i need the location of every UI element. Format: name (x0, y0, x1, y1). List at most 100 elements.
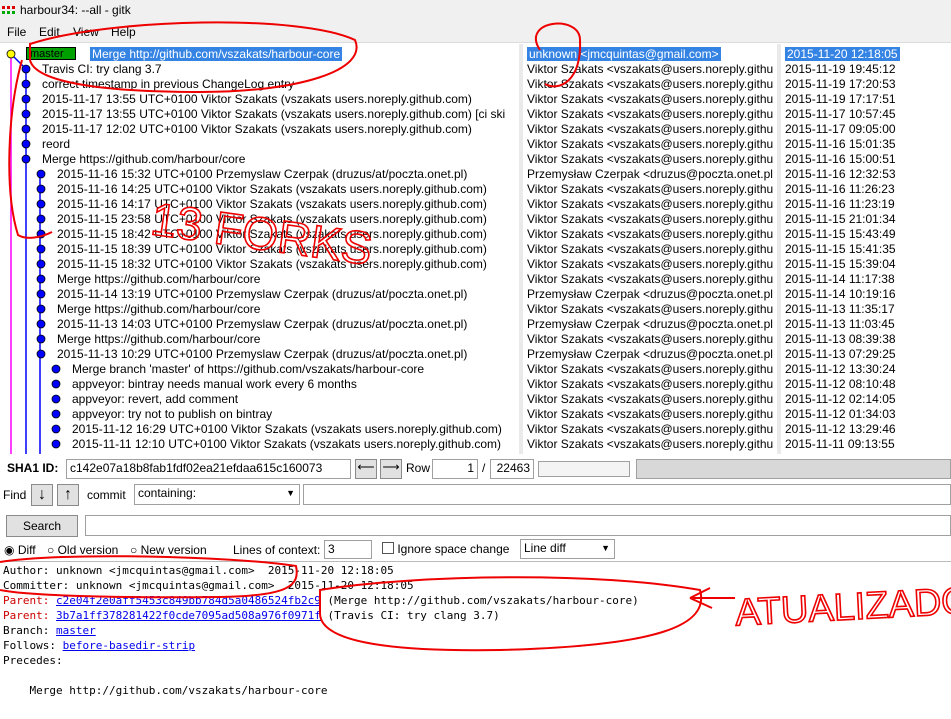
find-next-button[interactable]: ↓ (31, 484, 53, 506)
commit-date[interactable]: 2015-11-19 17:20:53 (785, 77, 896, 92)
commit-author[interactable]: Viktor Szakats <vszakats@users.noreply.g… (527, 422, 773, 437)
commit-subject[interactable]: 2015-11-12 16:29 UTC+0100 Viktor Szakats… (72, 422, 502, 437)
commit-date[interactable]: 2015-11-13 07:29:25 (785, 347, 896, 362)
commit-date[interactable]: 2015-11-15 15:39:04 (785, 257, 896, 272)
radio-old-version[interactable]: ○ Old version (47, 543, 118, 557)
commit-subject[interactable]: 2015-11-17 13:55 UTC+0100 Viktor Szakats… (42, 107, 505, 122)
pane-sash[interactable] (519, 44, 523, 454)
commit-subject[interactable]: 2015-11-13 10:29 UTC+0100 Przemyslaw Cze… (57, 347, 467, 362)
commit-author[interactable]: Viktor Szakats <vszakats@users.noreply.g… (527, 122, 773, 137)
commit-subject[interactable]: reord (42, 137, 70, 152)
commit-graph-pane[interactable]: master Merge http://github.com/vszakats/… (0, 44, 519, 454)
commit-subject[interactable]: 2015-11-15 18:32 UTC+0100 Viktor Szakats… (57, 257, 487, 272)
sha1-input[interactable]: c142e07a18b8fab1fdf02ea21efdaa615c160073 (66, 459, 351, 479)
commit-author[interactable]: Viktor Szakats <vszakats@users.noreply.g… (527, 437, 773, 452)
ignore-space-checkbox[interactable]: Ignore space change (382, 542, 509, 556)
commit-date[interactable]: 2015-11-19 19:45:12 (785, 62, 896, 77)
commit-author[interactable]: Viktor Szakats <vszakats@users.noreply.g… (527, 107, 773, 122)
commit-date[interactable]: 2015-11-16 15:01:35 (785, 137, 896, 152)
pane-sash[interactable] (777, 44, 781, 454)
commit-subject[interactable]: appveyor: bintray needs manual work ever… (72, 377, 357, 392)
menu-edit[interactable]: Edit (39, 25, 60, 39)
branch-link[interactable]: master (56, 624, 96, 637)
find-input[interactable] (303, 484, 951, 505)
commit-date[interactable]: 2015-11-17 09:05:00 (785, 122, 896, 137)
menu-view[interactable]: View (73, 25, 99, 39)
commit-subject[interactable]: Merge https://github.com/harbour/core (57, 272, 260, 287)
commit-author[interactable]: Przemysław Czerpak <druzus@poczta.onet.p… (527, 287, 773, 302)
commit-subject[interactable]: 2015-11-16 14:17 UTC+0100 Viktor Szakats… (57, 197, 487, 212)
commit-subject[interactable]: Merge branch 'master' of https://github.… (72, 362, 424, 377)
context-spinbox[interactable]: 3 (324, 540, 372, 559)
commit-subject[interactable]: correct timestamp in previous ChangeLog … (42, 77, 294, 92)
commit-date[interactable]: 2015-11-13 08:39:38 (785, 332, 896, 347)
commit-date[interactable]: 2015-11-15 15:43:49 (785, 227, 896, 242)
commit-author[interactable]: Viktor Szakats <vszakats@users.noreply.g… (527, 392, 773, 407)
commit-subject[interactable]: 2015-11-17 12:02 UTC+0100 Viktor Szakats… (42, 122, 472, 137)
commit-subject[interactable]: Merge https://github.com/harbour/core (57, 302, 260, 317)
commit-subject[interactable]: Merge http://github.com/vszakats/harbour… (90, 47, 343, 62)
radio-new-version[interactable]: ○ New version (130, 543, 207, 557)
parent-1-link[interactable]: c2e04f2e0aff5453c849bb784d5a0486524fb2c9 (56, 594, 321, 607)
commit-subject[interactable]: Merge https://github.com/harbour/core (42, 152, 245, 167)
radio-diff[interactable]: ◉ Diff (4, 543, 36, 557)
commit-author[interactable]: Viktor Szakats <vszakats@users.noreply.g… (527, 137, 773, 152)
head-branch-tag[interactable]: master (26, 47, 76, 60)
commit-author[interactable]: Viktor Szakats <vszakats@users.noreply.g… (527, 362, 773, 377)
author-pane[interactable]: unknown <jmcquintas@gmail.com> Viktor Sza… (524, 44, 777, 454)
commit-author[interactable]: Przemysław Czerpak <druzus@poczta.onet.p… (527, 167, 773, 182)
commit-date[interactable]: 2015-11-14 10:19:16 (785, 287, 896, 302)
commit-date[interactable]: 2015-11-16 11:26:23 (785, 182, 895, 197)
commit-subject[interactable]: 2015-11-11 12:10 UTC+0100 Viktor Szakats… (72, 437, 501, 452)
commit-subject[interactable]: 2015-11-15 18:42 UTC+0100 Viktor Szakats… (57, 227, 487, 242)
commit-subject[interactable]: 2015-11-16 14:25 UTC+0100 Viktor Szakats… (57, 182, 487, 197)
commit-author[interactable]: Viktor Szakats <vszakats@users.noreply.g… (527, 377, 773, 392)
follows-link[interactable]: before-basedir-strip (63, 639, 195, 652)
commit-author[interactable]: Viktor Szakats <vszakats@users.noreply.g… (527, 152, 773, 167)
commit-author[interactable]: Viktor Szakats <vszakats@users.noreply.g… (527, 62, 773, 77)
menu-help[interactable]: Help (111, 25, 136, 39)
commit-author[interactable]: Przemysław Czerpak <druzus@poczta.onet.p… (527, 347, 773, 362)
commit-subject[interactable]: appveyor: revert, add comment (72, 392, 238, 407)
commit-date[interactable]: 2015-11-12 13:29:46 (785, 422, 896, 437)
date-pane[interactable]: 2015-11-20 12:18:05 2015-11-19 19:45:12 20… (782, 44, 951, 454)
commit-author[interactable]: Viktor Szakats <vszakats@users.noreply.g… (527, 197, 773, 212)
commit-subject[interactable]: 2015-11-16 15:32 UTC+0100 Przemyslaw Cze… (57, 167, 467, 182)
commit-author[interactable]: Viktor Szakats <vszakats@users.noreply.g… (527, 272, 773, 287)
commit-date[interactable]: 2015-11-12 02:14:05 (785, 392, 896, 407)
commit-subject[interactable]: 2015-11-15 23:58 UTC+0100 Viktor Szakats… (57, 212, 487, 227)
menu-file[interactable]: File (7, 25, 26, 39)
commit-subject[interactable]: 2015-11-13 14:03 UTC+0100 Przemyslaw Cze… (57, 317, 467, 332)
commit-date[interactable]: 2015-11-13 11:03:45 (785, 317, 895, 332)
commit-subject[interactable]: 2015-11-17 13:55 UTC+0100 Viktor Szakats… (42, 92, 472, 107)
commit-date[interactable]: 2015-11-19 17:17:51 (785, 92, 896, 107)
commit-author[interactable]: Viktor Szakats <vszakats@users.noreply.g… (527, 182, 773, 197)
commit-author[interactable]: Viktor Szakats <vszakats@users.noreply.g… (527, 212, 773, 227)
commit-date[interactable]: 2015-11-12 01:34:03 (785, 407, 896, 422)
commit-author[interactable]: Viktor Szakats <vszakats@users.noreply.g… (527, 92, 773, 107)
search-input[interactable] (85, 515, 951, 536)
search-button[interactable]: Search (6, 515, 78, 537)
commit-date[interactable]: 2015-11-13 11:35:17 (785, 302, 895, 317)
commit-date[interactable]: 2015-11-16 11:23:19 (785, 197, 895, 212)
commit-subject[interactable]: 2015-11-14 13:19 UTC+0100 Przemyslaw Cze… (57, 287, 467, 302)
commit-date[interactable]: 2015-11-12 08:10:48 (785, 377, 896, 392)
commit-author[interactable]: Viktor Szakats <vszakats@users.noreply.g… (527, 407, 773, 422)
commit-author[interactable]: Viktor Szakats <vszakats@users.noreply.g… (527, 332, 773, 347)
commit-author[interactable]: Viktor Szakats <vszakats@users.noreply.g… (527, 242, 773, 257)
commit-author[interactable]: Przemysław Czerpak <druzus@poczta.onet.p… (527, 317, 773, 332)
parent-2-link[interactable]: 3b7a1ff378281422f0cde7095ad508a976f0971f (56, 609, 321, 622)
commit-subject[interactable]: appveyor: try not to publish on bintray (72, 407, 272, 422)
commit-date[interactable]: 2015-11-15 15:41:35 (785, 242, 896, 257)
commit-subject[interactable]: 2015-11-15 18:39 UTC+0100 Viktor Szakats… (57, 242, 487, 257)
commit-author[interactable]: Viktor Szakats <vszakats@users.noreply.g… (527, 302, 773, 317)
commit-subject[interactable]: Merge https://github.com/harbour/core (57, 332, 260, 347)
commit-author[interactable]: unknown <jmcquintas@gmail.com> (527, 47, 721, 62)
commit-details[interactable]: Author: unknown <jmcquintas@gmail.com> 2… (0, 561, 951, 719)
commit-subject[interactable]: Travis CI: try clang 3.7 (42, 62, 162, 77)
commit-author[interactable]: Viktor Szakats <vszakats@users.noreply.g… (527, 257, 773, 272)
commit-date[interactable]: 2015-11-14 11:17:38 (785, 272, 895, 287)
row-current[interactable]: 1 (432, 459, 478, 479)
commit-date[interactable]: 2015-11-16 15:00:51 (785, 152, 896, 167)
commit-date[interactable]: 2015-11-20 12:18:05 (785, 47, 900, 62)
